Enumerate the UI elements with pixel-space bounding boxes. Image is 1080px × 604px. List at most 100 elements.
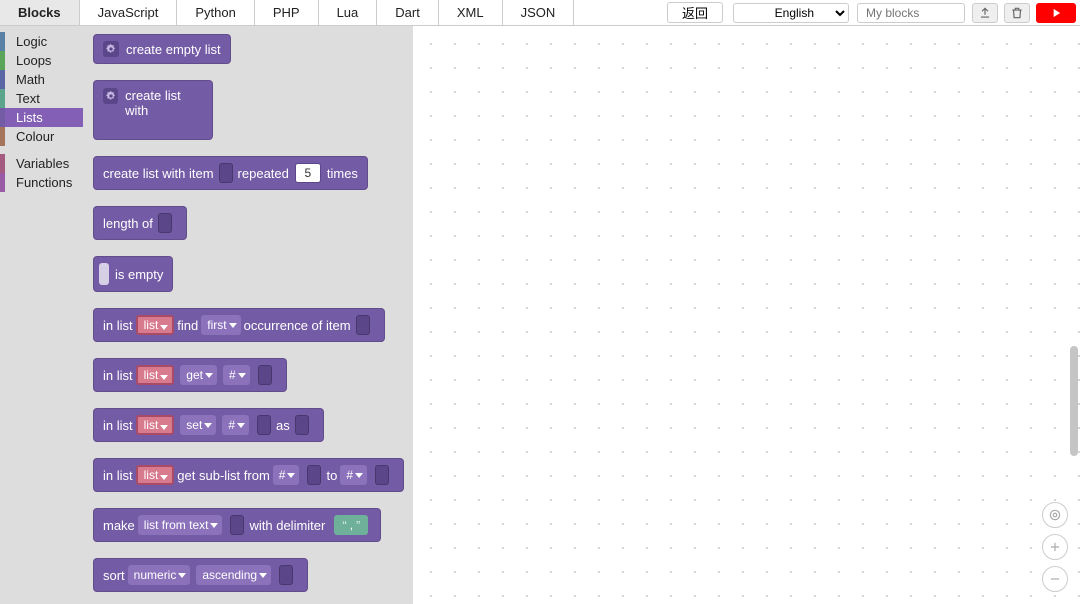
block-create-empty-list[interactable]: create empty list [93, 34, 231, 64]
input-slot[interactable] [219, 163, 233, 183]
list-var-dropdown[interactable]: list [136, 465, 175, 485]
block-label: make [103, 518, 135, 533]
list-var-dropdown[interactable]: list [136, 415, 175, 435]
gear-icon[interactable] [103, 41, 119, 57]
youtube-button[interactable] [1036, 3, 1076, 23]
category-label: Functions [6, 175, 72, 190]
zoom-in-button[interactable] [1042, 534, 1068, 560]
block-label: times [327, 166, 358, 181]
list-from-text-dropdown[interactable]: list from text [138, 515, 223, 535]
first-dropdown[interactable]: first [201, 315, 240, 335]
category-label: Lists [6, 110, 43, 125]
input-slot[interactable] [356, 315, 370, 335]
category-color-bar [0, 70, 5, 89]
get-dropdown[interactable]: get [180, 365, 217, 385]
upload-button[interactable] [972, 3, 998, 23]
block-length-of[interactable]: length of [93, 206, 187, 240]
block-label: get sub-list from [177, 468, 269, 483]
block-label: in list [103, 368, 133, 383]
input-slot[interactable] [158, 213, 172, 233]
input-slot[interactable] [295, 415, 309, 435]
block-label: create empty list [126, 42, 221, 57]
input-slot[interactable] [257, 415, 271, 435]
block-sublist[interactable]: in list list get sub-list from # to # [93, 458, 404, 492]
block-label: find [177, 318, 198, 333]
category-sidebar: Logic Loops Math Text Lists Colour Variables Fu… [0, 26, 83, 604]
block-repeat-item[interactable]: create list with item repeated 5 times [93, 156, 368, 190]
category-text[interactable]: Text [0, 89, 83, 108]
list-var-dropdown[interactable]: list [136, 365, 175, 385]
category-color-bar [0, 51, 5, 70]
index-dropdown[interactable]: # [222, 415, 249, 435]
minus-icon [1048, 572, 1062, 586]
block-label: create list with [125, 88, 203, 118]
tab-xml[interactable]: XML [439, 0, 503, 25]
top-tabbar: BlocksJavaScriptPythonPHPLuaDartXMLJSON … [0, 0, 1080, 26]
block-label: repeated [238, 166, 289, 181]
input-slot[interactable] [258, 365, 272, 385]
index-dropdown[interactable]: # [223, 365, 250, 385]
gear-icon[interactable] [103, 88, 118, 104]
category-label: Colour [6, 129, 54, 144]
category-color-bar [0, 154, 5, 173]
category-loops[interactable]: Loops [0, 51, 83, 70]
tab-javascript[interactable]: JavaScript [80, 0, 178, 25]
list-var-dropdown[interactable]: list [136, 315, 175, 335]
category-color-bar [0, 173, 5, 192]
block-label: occurrence of item [244, 318, 351, 333]
category-lists[interactable]: Lists [0, 108, 83, 127]
upload-icon [978, 6, 992, 20]
input-slot[interactable] [99, 263, 109, 285]
workspace-canvas[interactable] [413, 26, 1080, 604]
block-label: in list [103, 318, 133, 333]
block-label: with delimiter [249, 518, 325, 533]
tab-blocks[interactable]: Blocks [0, 0, 80, 25]
block-create-list-with[interactable]: create list with [93, 80, 213, 140]
tab-php[interactable]: PHP [255, 0, 319, 25]
back-button[interactable]: 返回 [667, 2, 723, 23]
block-is-empty[interactable]: is empty [93, 256, 173, 292]
sort-type-dropdown[interactable]: numeric [128, 565, 191, 585]
language-select[interactable]: English [733, 3, 849, 23]
my-blocks-input[interactable] [857, 3, 965, 23]
delete-button[interactable] [1004, 3, 1030, 23]
category-variables[interactable]: Variables [0, 154, 83, 173]
category-label: Variables [6, 156, 69, 171]
input-slot[interactable] [279, 565, 293, 585]
delimiter-input[interactable]: “,” [334, 515, 368, 535]
block-sort[interactable]: sort numeric ascending [93, 558, 308, 592]
tab-python[interactable]: Python [177, 0, 254, 25]
from-dropdown[interactable]: # [273, 465, 300, 485]
input-slot[interactable] [230, 515, 244, 535]
input-slot[interactable] [375, 465, 389, 485]
block-list-get[interactable]: in list list get # [93, 358, 287, 392]
trash-icon [1010, 6, 1024, 20]
category-math[interactable]: Math [0, 70, 83, 89]
block-find-occurrence[interactable]: in list list find first occurrence of it… [93, 308, 385, 342]
block-make-from-text[interactable]: make list from text with delimiter “,” [93, 508, 381, 542]
center-button[interactable] [1042, 502, 1068, 528]
plus-icon [1048, 540, 1062, 554]
category-functions[interactable]: Functions [0, 173, 83, 192]
input-slot[interactable] [307, 465, 321, 485]
category-color-bar [0, 108, 5, 127]
block-list-set[interactable]: in list list set # as [93, 408, 324, 442]
category-label: Text [6, 91, 40, 106]
category-logic[interactable]: Logic [0, 32, 83, 51]
block-label: sort [103, 568, 125, 583]
tab-lua[interactable]: Lua [319, 0, 378, 25]
zoom-out-button[interactable] [1042, 566, 1068, 592]
sort-order-dropdown[interactable]: ascending [196, 565, 271, 585]
vertical-scrollbar[interactable] [1070, 346, 1078, 456]
play-icon [1049, 6, 1063, 20]
tab-dart[interactable]: Dart [377, 0, 439, 25]
tab-json[interactable]: JSON [503, 0, 575, 25]
category-colour[interactable]: Colour [0, 127, 83, 146]
to-dropdown[interactable]: # [340, 465, 367, 485]
category-label: Loops [6, 53, 51, 68]
block-label: to [326, 468, 337, 483]
category-color-bar [0, 127, 5, 146]
set-dropdown[interactable]: set [180, 415, 216, 435]
category-color-bar [0, 89, 5, 108]
repeat-count-input[interactable]: 5 [295, 163, 321, 183]
